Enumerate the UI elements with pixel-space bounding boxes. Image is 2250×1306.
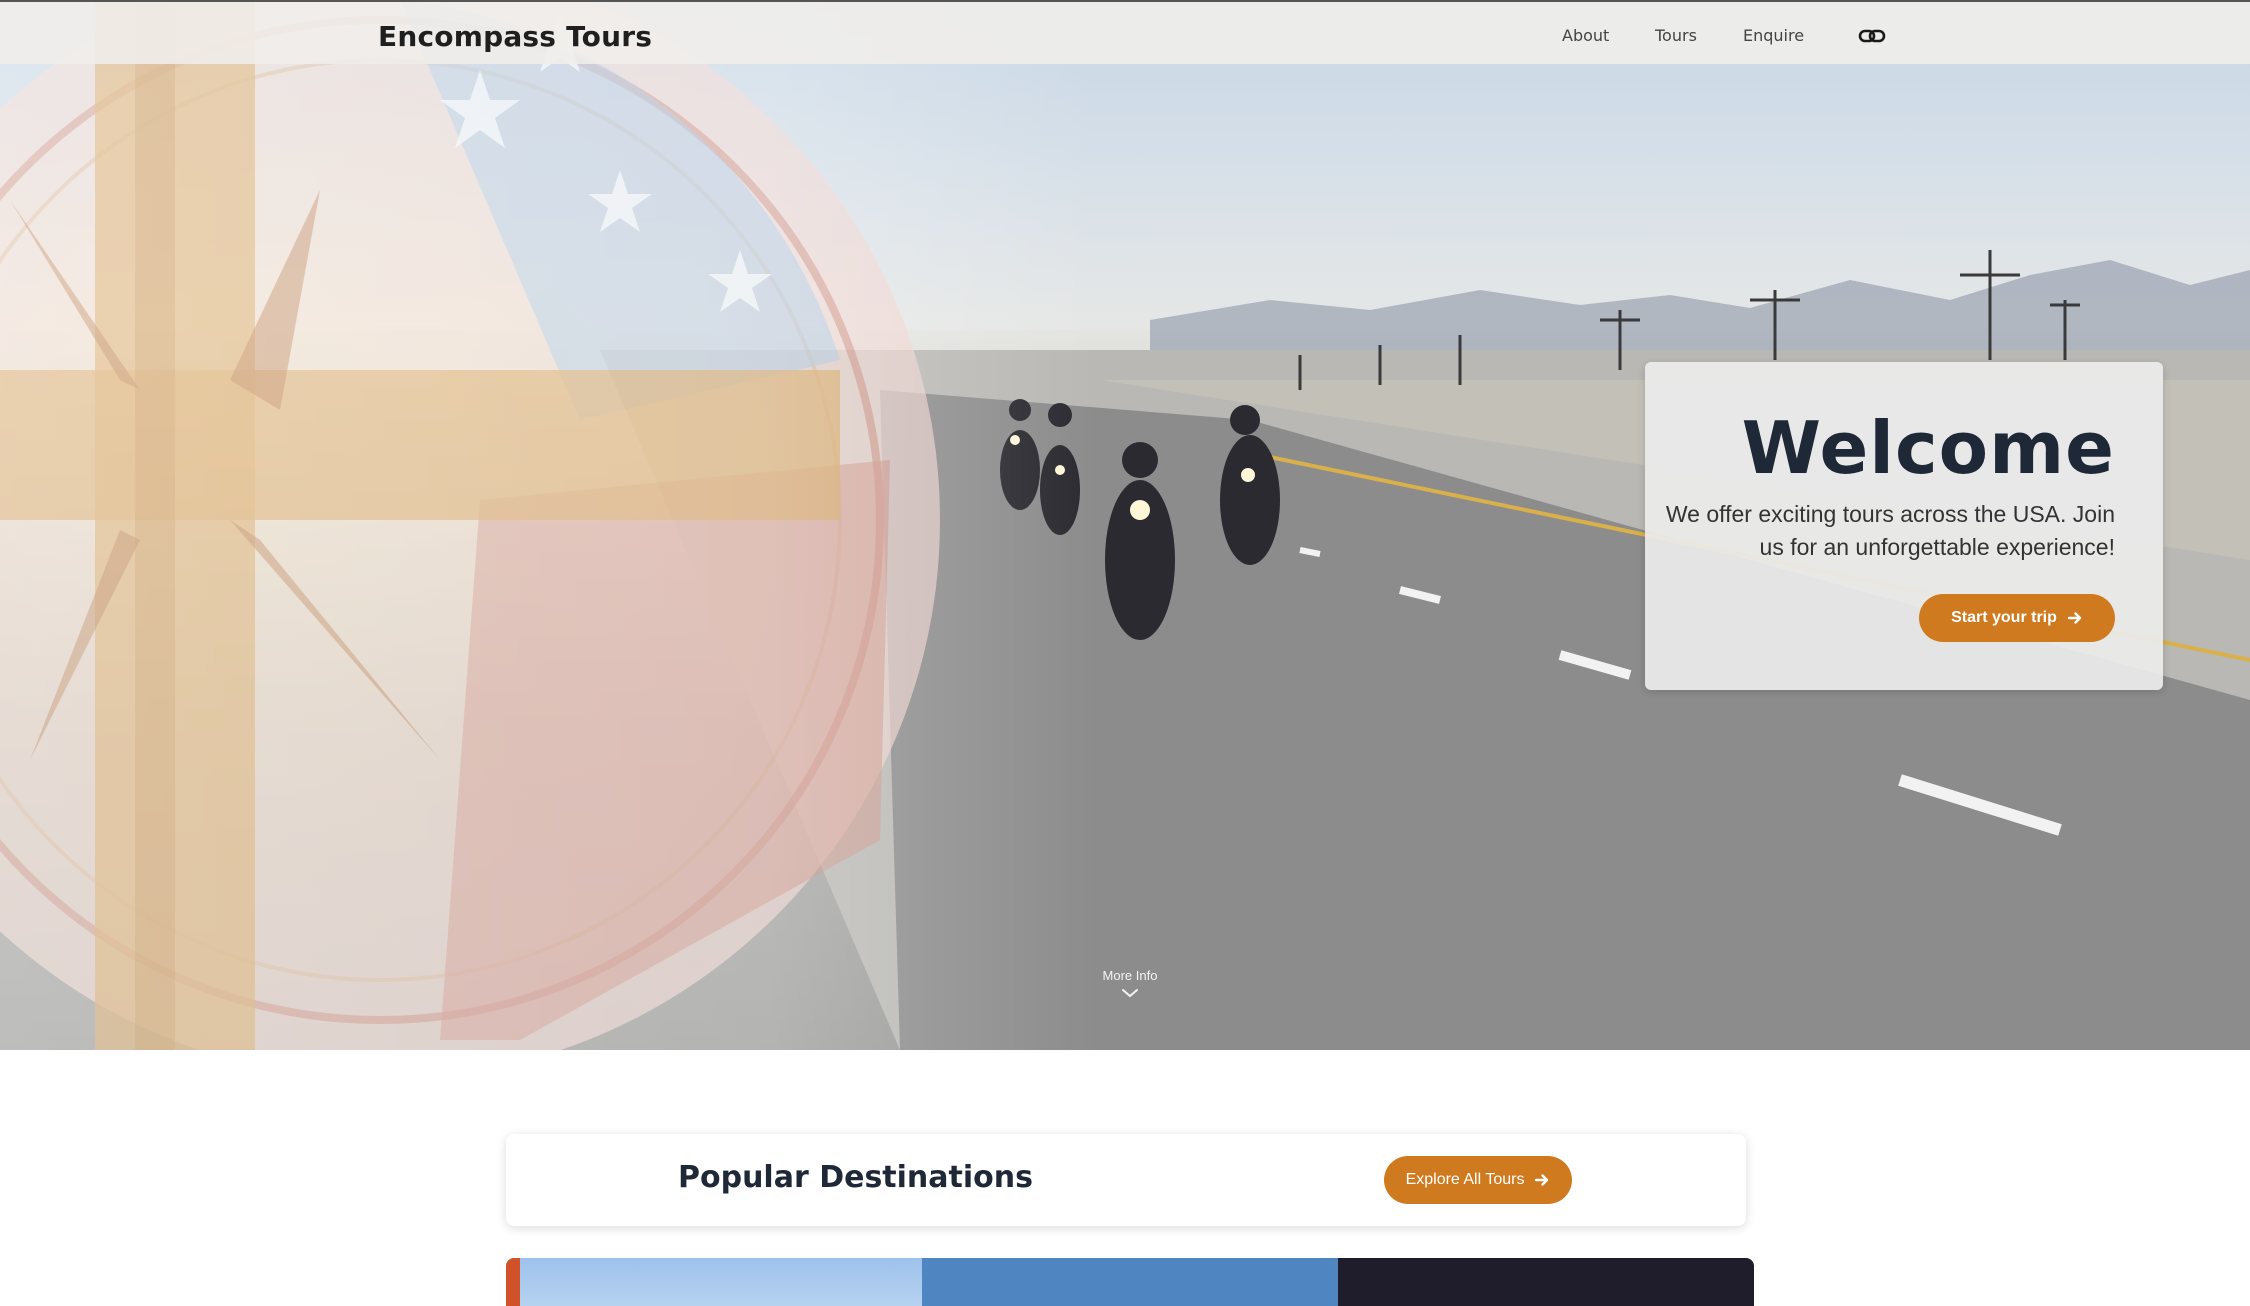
link-icon[interactable] bbox=[1858, 26, 1886, 46]
hero-fade bbox=[0, 0, 1100, 1050]
arrow-right-icon bbox=[1535, 1174, 1549, 1186]
welcome-card: Welcome We offer exciting tours across t… bbox=[1645, 362, 2163, 690]
explore-all-tours-label: Explore All Tours bbox=[1405, 1171, 1525, 1188]
arrow-right-icon bbox=[2067, 612, 2082, 624]
nav-link-about[interactable]: About bbox=[1562, 26, 1609, 45]
destination-tile[interactable] bbox=[922, 1258, 1338, 1306]
nav-link-enquire[interactable]: Enquire bbox=[1743, 26, 1804, 45]
top-navbar: Encompass Tours About Tours Enquire bbox=[0, 0, 2250, 64]
chevron-down-icon bbox=[1122, 989, 1138, 998]
destinations-title: Popular Destinations bbox=[678, 1160, 1033, 1195]
explore-all-tours-button[interactable]: Explore All Tours bbox=[1384, 1156, 1572, 1204]
welcome-title: Welcome bbox=[1741, 406, 2115, 490]
destination-tile[interactable] bbox=[1338, 1258, 1754, 1306]
start-trip-button[interactable]: Start your trip bbox=[1919, 594, 2115, 642]
popular-destinations-bar: Popular Destinations Explore All Tours bbox=[506, 1134, 1746, 1226]
start-trip-label: Start your trip bbox=[1951, 609, 2057, 626]
hero-section: Welcome We offer exciting tours across t… bbox=[0, 0, 2250, 1050]
more-info-link[interactable]: More Info bbox=[1080, 968, 1180, 999]
destination-tiles bbox=[506, 1258, 1754, 1306]
nav-link-tours[interactable]: Tours bbox=[1655, 26, 1697, 45]
welcome-description: We offer exciting tours across the USA. … bbox=[1665, 501, 2115, 560]
destination-tile[interactable] bbox=[506, 1258, 922, 1306]
more-info-label: More Info bbox=[1102, 968, 1158, 983]
brand-logo-text[interactable]: Encompass Tours bbox=[378, 20, 652, 53]
